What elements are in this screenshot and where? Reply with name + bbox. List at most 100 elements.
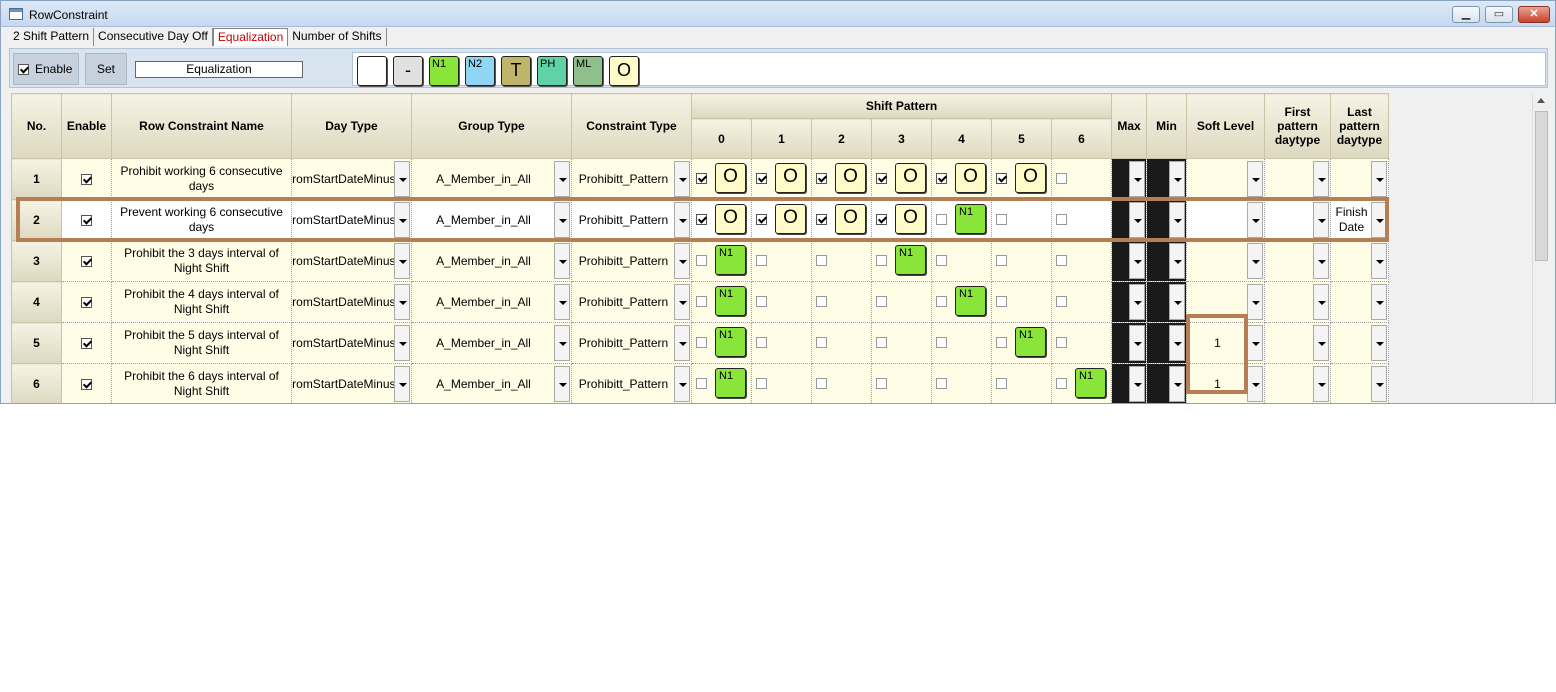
dropdown-arrow-icon[interactable] — [1371, 284, 1387, 320]
constraint-type-dropdown[interactable]: Prohibitt_Pattern — [573, 201, 691, 240]
pattern-cell-5[interactable]: O — [993, 160, 1051, 199]
palette-tile-t[interactable]: T — [501, 56, 531, 86]
table-row[interactable]: 2 Prevent working 6 consecutive days FromS… — [11, 199, 1389, 241]
max-dropdown[interactable] — [1112, 241, 1146, 281]
shift-tile-n1[interactable]: N1 — [1015, 327, 1046, 357]
palette-tile-blank[interactable] — [357, 56, 387, 86]
pattern-checkbox[interactable] — [696, 378, 707, 389]
vertical-scrollbar[interactable] — [1532, 93, 1549, 403]
pattern-cell-4[interactable]: N1 — [933, 283, 991, 322]
day-type-dropdown[interactable]: FromStartDateMinus5 — [293, 160, 411, 199]
first-pattern-dropdown[interactable] — [1266, 160, 1330, 199]
last-pattern-dropdown[interactable] — [1332, 324, 1388, 363]
dropdown-arrow-icon[interactable] — [674, 284, 690, 320]
row-constraint-name[interactable]: Prohibit the 4 days interval of Night Sh… — [111, 281, 292, 323]
pattern-cell-1[interactable] — [753, 365, 811, 404]
pattern-cell-5[interactable] — [993, 283, 1051, 322]
dropdown-arrow-icon[interactable] — [1129, 366, 1145, 402]
pattern-checkbox[interactable] — [876, 173, 887, 184]
pattern-cell-4[interactable]: O — [933, 160, 991, 199]
dropdown-arrow-icon[interactable] — [1313, 161, 1329, 197]
shift-tile-o[interactable]: O — [1015, 163, 1046, 193]
pattern-checkbox[interactable] — [996, 214, 1007, 225]
pattern-cell-1[interactable] — [753, 242, 811, 281]
tab-2-shift-pattern[interactable]: 2 Shift Pattern — [9, 28, 95, 46]
pattern-cell-6[interactable] — [1053, 201, 1111, 240]
group-type-dropdown[interactable]: A_Member_in_All — [413, 283, 571, 322]
day-type-dropdown[interactable]: FromStartDateMinus4 — [293, 201, 411, 240]
pattern-cell-4[interactable] — [933, 324, 991, 363]
dropdown-arrow-icon[interactable] — [554, 161, 570, 197]
pattern-cell-1[interactable] — [753, 324, 811, 363]
shift-tile-n1[interactable]: N1 — [715, 368, 746, 398]
dropdown-arrow-icon[interactable] — [1169, 243, 1185, 279]
enable-checkbox[interactable] — [18, 64, 29, 75]
dropdown-arrow-icon[interactable] — [1247, 366, 1263, 402]
row-constraint-name[interactable]: Prohibit the 6 days interval of Night Sh… — [111, 363, 292, 403]
dropdown-arrow-icon[interactable] — [1129, 325, 1145, 361]
palette-tile-o[interactable]: O — [609, 56, 639, 86]
pattern-cell-0[interactable]: N1 — [693, 242, 751, 281]
group-type-dropdown[interactable]: A_Member_in_All — [413, 201, 571, 240]
dropdown-arrow-icon[interactable] — [554, 202, 570, 238]
pattern-checkbox[interactable] — [756, 337, 767, 348]
row-enable-checkbox[interactable] — [81, 174, 92, 186]
pattern-cell-6[interactable] — [1053, 242, 1111, 281]
pattern-cell-0[interactable]: O — [693, 160, 751, 199]
row-enable-checkbox[interactable] — [81, 379, 92, 391]
pattern-checkbox[interactable] — [1056, 296, 1067, 307]
pattern-cell-0[interactable]: N1 — [693, 324, 751, 363]
first-pattern-dropdown[interactable] — [1266, 201, 1330, 240]
dropdown-arrow-icon[interactable] — [1313, 366, 1329, 402]
pattern-cell-6[interactable] — [1053, 160, 1111, 199]
pattern-cell-6[interactable] — [1053, 324, 1111, 363]
row-enable-checkbox[interactable] — [81, 297, 92, 309]
shift-tile-n1[interactable]: N1 — [955, 286, 986, 316]
pattern-cell-3[interactable]: O — [873, 201, 931, 240]
pattern-cell-1[interactable]: O — [753, 160, 811, 199]
first-pattern-dropdown[interactable] — [1266, 283, 1330, 322]
minimize-button[interactable]: ▁ — [1452, 6, 1480, 23]
shift-tile-o[interactable]: O — [775, 204, 806, 234]
dropdown-arrow-icon[interactable] — [1169, 325, 1185, 361]
pattern-checkbox[interactable] — [936, 255, 947, 266]
dropdown-arrow-icon[interactable] — [1247, 284, 1263, 320]
pattern-cell-1[interactable]: O — [753, 201, 811, 240]
dropdown-arrow-icon[interactable] — [1247, 243, 1263, 279]
row-enable-cell[interactable] — [61, 199, 112, 241]
shift-tile-n1[interactable]: N1 — [715, 327, 746, 357]
row-enable-cell[interactable] — [61, 363, 112, 403]
pattern-cell-3[interactable] — [873, 365, 931, 404]
shift-tile-n1[interactable]: N1 — [955, 204, 986, 234]
row-enable-checkbox[interactable] — [81, 215, 92, 227]
constraint-type-dropdown[interactable]: Prohibitt_Pattern — [573, 242, 691, 281]
shift-tile-o[interactable]: O — [835, 163, 866, 193]
dropdown-arrow-icon[interactable] — [1371, 325, 1387, 361]
pattern-checkbox[interactable] — [996, 296, 1007, 307]
first-pattern-dropdown[interactable] — [1266, 242, 1330, 281]
pattern-cell-2[interactable] — [813, 283, 871, 322]
shift-tile-o[interactable]: O — [895, 163, 926, 193]
soft-level-dropdown[interactable] — [1188, 201, 1264, 240]
shift-tile-n1[interactable]: N1 — [715, 245, 746, 275]
pattern-checkbox[interactable] — [936, 296, 947, 307]
shift-tile-o[interactable]: O — [955, 163, 986, 193]
soft-level-dropdown[interactable] — [1188, 283, 1264, 322]
max-dropdown[interactable] — [1112, 159, 1146, 199]
pattern-cell-2[interactable]: O — [813, 201, 871, 240]
dropdown-arrow-icon[interactable] — [674, 202, 690, 238]
dropdown-arrow-icon[interactable] — [1129, 243, 1145, 279]
pattern-cell-0[interactable]: O — [693, 201, 751, 240]
scroll-up-icon[interactable] — [1537, 98, 1545, 103]
palette-tile-n1[interactable]: N1 — [429, 56, 459, 86]
dropdown-arrow-icon[interactable] — [1129, 202, 1145, 238]
pattern-checkbox[interactable] — [876, 378, 887, 389]
pattern-checkbox[interactable] — [696, 255, 707, 266]
max-dropdown[interactable] — [1112, 200, 1146, 240]
group-type-dropdown[interactable]: A_Member_in_All — [413, 365, 571, 404]
pattern-checkbox[interactable] — [996, 255, 1007, 266]
pattern-checkbox[interactable] — [936, 214, 947, 225]
dropdown-arrow-icon[interactable] — [1313, 202, 1329, 238]
pattern-cell-5[interactable] — [993, 201, 1051, 240]
pattern-cell-3[interactable]: N1 — [873, 242, 931, 281]
